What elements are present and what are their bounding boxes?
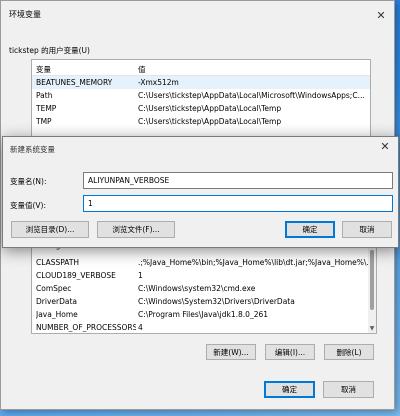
variable-value: C:\Windows\system32\cmd.exe	[138, 284, 256, 293]
system-variables-list[interactable]: asl.log Destination=file CLASSPATH .;%Ja…	[31, 237, 377, 334]
variable-value: .;%Java_Home%\bin;%Java_Home%\lib\dt.jar…	[138, 258, 374, 267]
scrollbar-thumb[interactable]	[370, 250, 374, 310]
ok-button[interactable]: 确定	[285, 221, 335, 238]
variable-name: Path	[36, 91, 53, 100]
table-row[interactable]: TMP C:\Users\tickstep\AppData\Local\Temp	[32, 115, 370, 128]
user-variables-list[interactable]: 变量 值 BEATUNES_MEMORY -Xmx512m Path C:\Us…	[31, 59, 371, 139]
ok-button[interactable]: 确定	[264, 381, 315, 398]
variable-name: CLOUD189_VERBOSE	[36, 271, 116, 280]
new-system-variable-dialog: 新建系统变量 ✕ 变量名(N): ALIYUNPAN_VERBOSE 变量值(V…	[2, 136, 399, 248]
variable-name: TEMP	[36, 104, 57, 113]
table-row[interactable]: Path C:\Users\tickstep\AppData\Local\Mic…	[32, 89, 370, 102]
new-system-variable-button[interactable]: 新建(W)...	[206, 344, 256, 360]
dialog-title: 环境变量	[9, 10, 41, 19]
variable-value: -Xmx512m	[138, 78, 179, 87]
variable-name: Java_Home	[36, 310, 78, 319]
table-row[interactable]: ComSpec C:\Windows\system32\cmd.exe	[32, 282, 376, 295]
variable-name: TMP	[36, 117, 52, 126]
variable-value-field[interactable]: 1	[83, 195, 393, 212]
column-header-value[interactable]: 值	[138, 64, 146, 75]
user-variables-label: tickstep 的用户变量(U)	[9, 46, 90, 55]
variable-value-label: 变量值(V):	[10, 201, 47, 210]
variable-name: ComSpec	[36, 284, 72, 293]
variable-value: C:\Program Files\Java\jdk1.8.0_261	[138, 310, 269, 319]
browse-directory-button[interactable]: 浏览目录(D)...	[11, 221, 89, 238]
variable-value: C:\Users\tickstep\AppData\Local\Temp	[138, 117, 282, 126]
variable-name: BEATUNES_MEMORY	[36, 78, 113, 87]
variable-name-field[interactable]: ALIYUNPAN_VERBOSE	[83, 172, 393, 189]
table-row[interactable]: Java_Home C:\Program Files\Java\jdk1.8.0…	[32, 308, 376, 321]
variable-name: NUMBER_OF_PROCESSORS	[36, 323, 136, 332]
cancel-button[interactable]: 取消	[323, 381, 374, 398]
column-header-variable[interactable]: 变量	[36, 64, 51, 75]
table-row[interactable]: BEATUNES_MEMORY -Xmx512m	[32, 76, 370, 89]
variable-value: 1	[138, 271, 143, 280]
edit-system-variable-button[interactable]: 编辑(I)...	[265, 344, 315, 360]
table-row[interactable]: CLASSPATH .;%Java_Home%\bin;%Java_Home%\…	[32, 256, 376, 269]
variable-value: 4	[138, 323, 143, 332]
table-row[interactable]: TEMP C:\Users\tickstep\AppData\Local\Tem…	[32, 102, 370, 115]
table-row[interactable]: NUMBER_OF_PROCESSORS 4	[32, 321, 376, 333]
variable-value: C:\Windows\System32\Drivers\DriverData	[138, 297, 295, 306]
scroll-down-icon[interactable]: ▼	[368, 325, 376, 333]
close-icon[interactable]: ✕	[373, 137, 397, 157]
list-header: 变量 值	[32, 60, 370, 76]
close-icon[interactable]: ✕	[369, 6, 393, 26]
delete-system-variable-button[interactable]: 删除(L)	[324, 344, 374, 360]
variable-value: C:\Users\tickstep\AppData\Local\Microsof…	[138, 91, 365, 100]
browse-file-button[interactable]: 浏览文件(F)...	[97, 221, 175, 238]
variable-value: C:\Users\tickstep\AppData\Local\Temp	[138, 104, 282, 113]
variable-name: DriverData	[36, 297, 77, 306]
vertical-scrollbar[interactable]: ▲ ▼	[368, 238, 376, 333]
variable-name-label: 变量名(N):	[10, 177, 47, 186]
dialog-title: 新建系统变量	[10, 145, 55, 154]
table-row[interactable]: DriverData C:\Windows\System32\Drivers\D…	[32, 295, 376, 308]
variable-name: CLASSPATH	[36, 258, 80, 267]
table-row[interactable]: CLOUD189_VERBOSE 1	[32, 269, 376, 282]
cancel-button[interactable]: 取消	[342, 221, 392, 238]
